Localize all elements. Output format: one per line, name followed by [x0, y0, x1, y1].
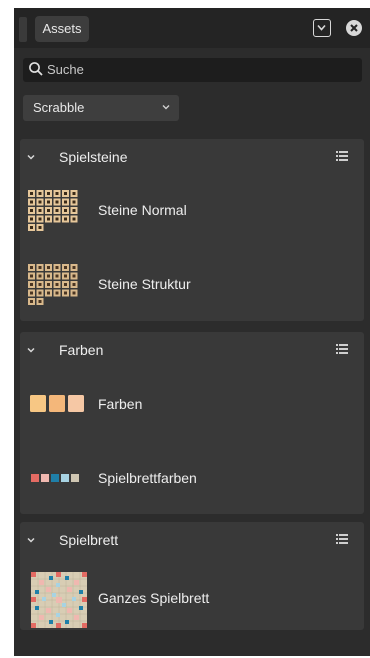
list-menu-icon[interactable]: [336, 533, 348, 545]
chevron-down-icon[interactable]: [25, 151, 37, 163]
list-item[interactable]: Steine Struktur: [20, 262, 364, 306]
item-label: Farben: [98, 396, 143, 412]
close-icon: [350, 24, 358, 32]
panel-titlebar: Assets: [14, 8, 370, 48]
list-item[interactable]: Steine Normal: [20, 188, 364, 232]
tiles-thumbnail-icon: [28, 190, 78, 231]
item-label: Steine Normal: [98, 202, 187, 218]
section-spielbrett: Spielbrett Ganzes Spielbrett: [20, 522, 364, 630]
item-label: Spielbrettfarben: [98, 470, 197, 486]
tiles-texture-thumbnail-icon: [28, 264, 78, 305]
category-dropdown-value: Scrabble: [33, 100, 85, 115]
chevron-down-icon[interactable]: [25, 344, 37, 356]
color-swatches-icon: [30, 395, 84, 412]
chevron-down-icon: [162, 105, 170, 110]
collapse-panel-button[interactable]: [313, 19, 331, 37]
tab-assets[interactable]: Assets: [35, 16, 89, 42]
section-farben: Farben Farben Spielbrettfarben: [20, 332, 364, 514]
board-color-swatches-icon: [31, 474, 79, 482]
assets-panel: Assets Suche Scrabble Spielsteine Steine…: [14, 8, 370, 656]
section-title[interactable]: Farben: [59, 342, 103, 358]
list-menu-icon[interactable]: [336, 150, 348, 162]
search-icon: [29, 62, 43, 76]
item-label: Steine Struktur: [98, 276, 191, 292]
list-item[interactable]: Ganzes Spielbrett: [20, 572, 364, 628]
item-label: Ganzes Spielbrett: [98, 590, 210, 606]
close-panel-button[interactable]: [346, 20, 362, 36]
list-item[interactable]: Spielbrettfarben: [20, 456, 364, 500]
section-title[interactable]: Spielbrett: [59, 532, 118, 548]
list-menu-icon[interactable]: [336, 343, 348, 355]
search-field[interactable]: Suche: [23, 58, 362, 82]
search-input[interactable]: Suche: [47, 58, 84, 82]
board-thumbnail-icon: [31, 572, 87, 628]
list-item[interactable]: Farben: [20, 382, 364, 426]
section-spielsteine: Spielsteine Steine Normal Steine Struktu…: [20, 139, 364, 321]
category-dropdown[interactable]: Scrabble: [23, 95, 179, 121]
panel-grip-handle[interactable]: [19, 17, 27, 42]
chevron-down-icon[interactable]: [25, 534, 37, 546]
section-title[interactable]: Spielsteine: [59, 149, 128, 165]
chevron-down-icon: [317, 24, 326, 31]
